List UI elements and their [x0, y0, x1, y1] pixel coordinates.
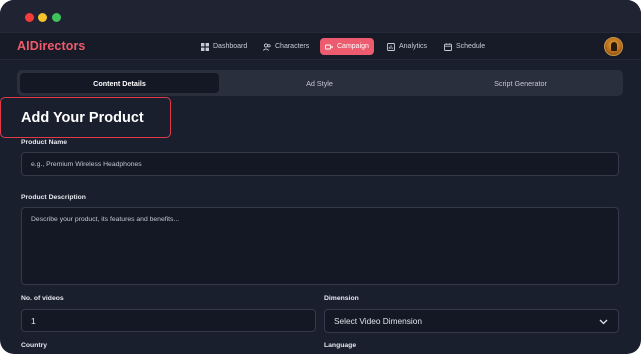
country-label: Country	[21, 342, 48, 349]
close-window-button[interactable]	[25, 13, 34, 22]
product-name-input[interactable]	[21, 152, 619, 176]
chart-icon	[387, 42, 395, 51]
product-description-label: Product Description	[21, 194, 86, 201]
user-avatar[interactable]	[604, 37, 623, 56]
brand-logo[interactable]: AIDirectors	[17, 39, 85, 53]
videos-count-label: No. of videos	[21, 295, 64, 302]
app-window: AIDirectors Dashboard Characters Campaig…	[0, 0, 641, 354]
video-icon	[325, 44, 333, 49]
nav-item-schedule[interactable]: Schedule	[439, 38, 490, 55]
nav-item-label: Dashboard	[213, 43, 248, 50]
campaign-tabs: Content Details Ad Style Script Generato…	[17, 70, 623, 96]
grid-icon	[201, 42, 209, 51]
nav-item-campaign[interactable]: Campaign	[320, 38, 374, 55]
nav-item-analytics[interactable]: Analytics	[382, 38, 432, 55]
nav-item-characters[interactable]: Characters	[258, 38, 314, 55]
users-icon	[263, 42, 271, 51]
tab-ad-style[interactable]: Ad Style	[220, 73, 419, 93]
videos-count-input[interactable]	[21, 309, 316, 332]
dimension-select[interactable]: Select Video Dimension	[324, 309, 619, 333]
dimension-select-value: Select Video Dimension	[334, 316, 422, 326]
tab-content-details[interactable]: Content Details	[20, 73, 219, 93]
tab-script-generator[interactable]: Script Generator	[421, 73, 620, 93]
product-name-label: Product Name	[21, 139, 68, 146]
dimension-label: Dimension	[324, 295, 359, 302]
nav-item-label: Campaign	[337, 43, 369, 50]
calendar-icon	[444, 42, 452, 51]
nav-item-label: Characters	[275, 43, 310, 50]
language-label: Language	[324, 342, 357, 349]
nav-item-label: Analytics	[399, 43, 428, 50]
window-titlebar	[0, 0, 641, 32]
maximize-window-button[interactable]	[52, 13, 61, 22]
minimize-window-button[interactable]	[38, 13, 47, 22]
nav-item-label: Schedule	[456, 43, 486, 50]
chevron-down-icon	[599, 319, 608, 325]
product-description-input[interactable]	[21, 207, 619, 285]
top-navbar: AIDirectors Dashboard Characters Campaig…	[0, 32, 641, 60]
page-title: Add Your Product	[21, 110, 144, 126]
nav-item-dashboard[interactable]: Dashboard	[196, 38, 252, 55]
